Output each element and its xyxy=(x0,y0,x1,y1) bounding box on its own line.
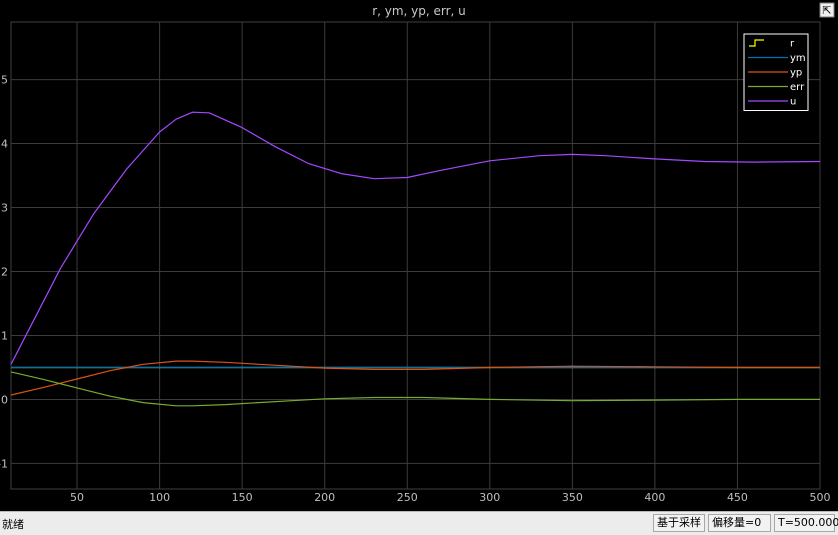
y-tick-label: 4 xyxy=(1,138,8,151)
y-tick-label: -1 xyxy=(0,457,8,470)
x-tick-label: 300 xyxy=(479,491,500,504)
x-tick-label: 50 xyxy=(70,491,84,504)
y-tick-label: 3 xyxy=(1,202,8,215)
y-tick-label: 0 xyxy=(1,393,8,406)
status-sample-based: 基于采样 xyxy=(653,514,705,532)
legend-label-u: u xyxy=(790,97,796,108)
x-tick-label: 100 xyxy=(149,491,170,504)
y-tick-label: 1 xyxy=(1,329,8,342)
x-tick-label: 400 xyxy=(644,491,665,504)
status-offset: 偏移量=0 xyxy=(708,514,771,532)
maximize-icon: ⇱ xyxy=(822,4,831,17)
legend-label-yp: yp xyxy=(790,68,802,79)
legend-label-ym: ym xyxy=(790,53,806,64)
legend: rymyperru xyxy=(743,33,809,111)
x-tick-label: 350 xyxy=(562,491,583,504)
status-ready-text: 就绪 xyxy=(2,518,24,531)
maximize-button[interactable]: ⇱ xyxy=(819,2,835,18)
x-tick-label: 200 xyxy=(314,491,335,504)
legend-label-err: err xyxy=(790,82,805,93)
y-tick-label: 2 xyxy=(1,265,8,278)
x-tick-label: 250 xyxy=(397,491,418,504)
status-bar: 就绪 基于采样 偏移量=0 T=500.000 xyxy=(0,511,838,535)
x-tick-label: 150 xyxy=(232,491,253,504)
x-tick-label: 500 xyxy=(810,491,831,504)
chart-title: r, ym, yp, err, u xyxy=(372,4,466,18)
y-tick-label: 5 xyxy=(1,74,8,87)
status-time: T=500.000 xyxy=(774,514,838,532)
scope-figure: r, ym, yp, err, u ⇱ 50 100 150 200 250 300 350… xyxy=(0,0,838,511)
x-tick-label: 450 xyxy=(727,491,748,504)
plot-area xyxy=(10,21,821,490)
